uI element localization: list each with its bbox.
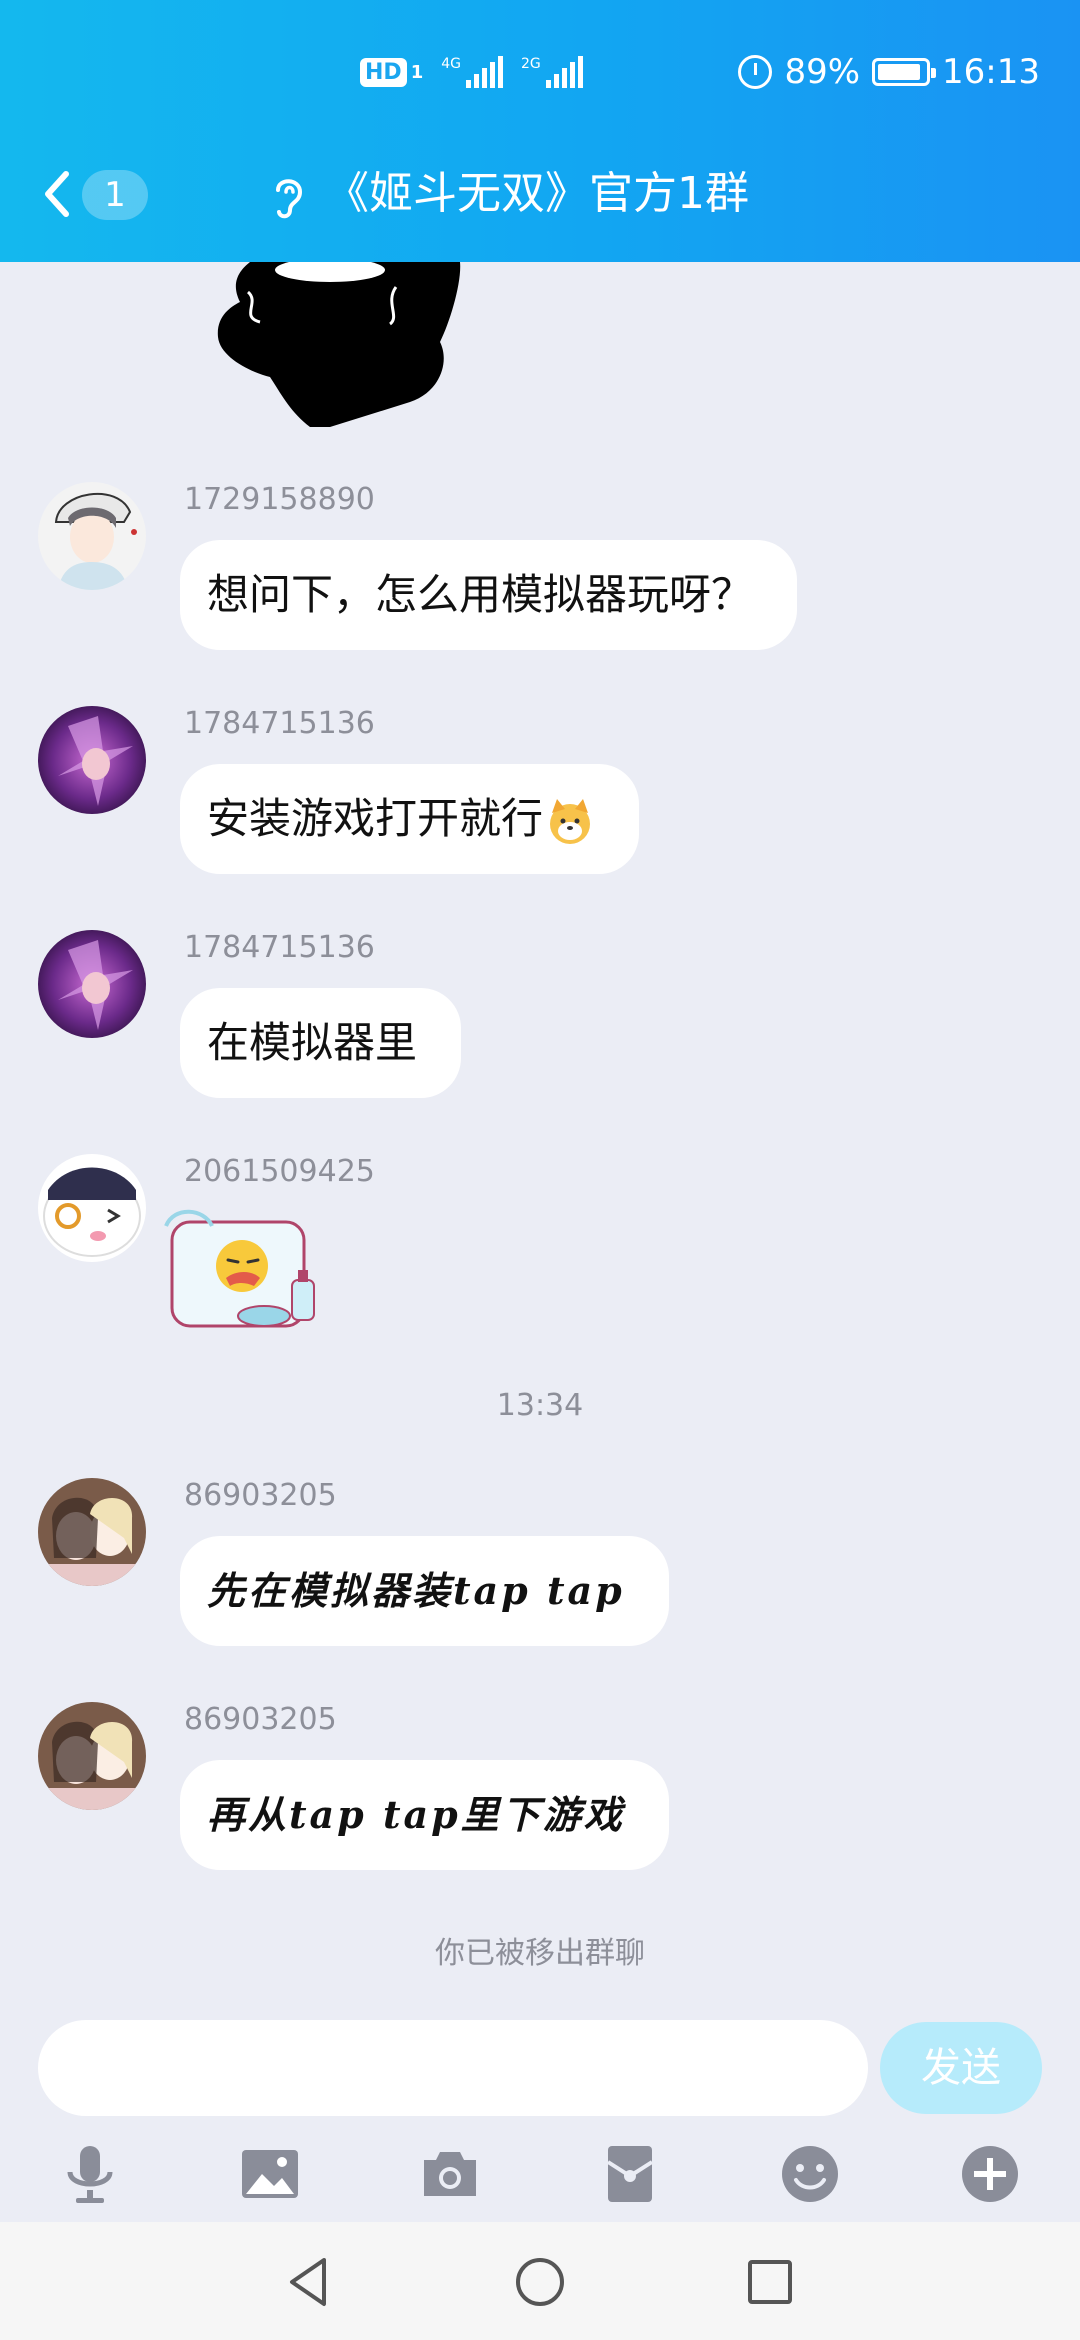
net1-label: 4G bbox=[441, 56, 461, 72]
red-packet-icon[interactable] bbox=[598, 2142, 662, 2206]
sender-id: 2061509425 bbox=[184, 1154, 375, 1189]
message-bubble[interactable]: 在模拟器里 bbox=[180, 988, 462, 1098]
image-icon[interactable] bbox=[238, 2142, 302, 2206]
alarm-icon bbox=[738, 55, 773, 89]
status-right: 89% 16:13 bbox=[738, 52, 1040, 92]
nav-home-icon[interactable] bbox=[510, 2252, 570, 2312]
avatar[interactable] bbox=[38, 1154, 146, 1262]
sim-label: 1 bbox=[410, 61, 424, 83]
clock: 16:13 bbox=[942, 52, 1040, 92]
emoji-icon[interactable] bbox=[778, 2142, 842, 2206]
message-input[interactable] bbox=[38, 2020, 868, 2116]
message-list[interactable]: 1729158890 想问下，怎么用模拟器玩呀？ 1784715136 安装游戏… bbox=[0, 262, 1080, 2002]
send-button[interactable]: 发送 bbox=[880, 2022, 1042, 2114]
avatar[interactable] bbox=[38, 1478, 146, 1586]
sender-id: 86903205 bbox=[184, 1702, 337, 1737]
avatar[interactable] bbox=[38, 930, 146, 1038]
microphone-icon[interactable] bbox=[58, 2142, 122, 2206]
nav-recents-icon[interactable] bbox=[740, 2252, 800, 2312]
unread-count-badge[interactable]: 1 bbox=[82, 170, 148, 220]
message-bubble[interactable]: 先在模拟器装tap tap bbox=[180, 1536, 669, 1646]
sender-id: 86903205 bbox=[184, 1478, 337, 1513]
shiba-emoji-icon bbox=[550, 798, 591, 844]
signal-2g-icon: 2G bbox=[521, 56, 583, 88]
message-text: 安装游戏打开就行 bbox=[207, 794, 544, 843]
status-bar: HD 1 4G 2G 89% 16:13 bbox=[0, 48, 1080, 108]
battery-icon bbox=[872, 58, 937, 86]
input-bar: 发送 bbox=[0, 2002, 1080, 2222]
chat-header: HD 1 4G 2G 89% 16:13 1 《姬斗无双》官方1群 bbox=[0, 0, 1080, 262]
timestamp: 13:34 bbox=[496, 1388, 584, 1423]
hd-badge: HD 1 bbox=[360, 57, 424, 87]
panda-sticker[interactable] bbox=[210, 262, 470, 427]
message-bubble[interactable]: 安装游戏打开就行 bbox=[180, 764, 640, 874]
nav-back-icon[interactable] bbox=[280, 2252, 340, 2312]
nav-row: 1 《姬斗无双》官方1群 bbox=[0, 160, 1080, 230]
sender-id: 1784715136 bbox=[184, 930, 375, 965]
plus-icon[interactable] bbox=[958, 2142, 1022, 2206]
battery-percent: 89% bbox=[784, 52, 861, 92]
sender-id: 1784715136 bbox=[184, 706, 375, 741]
input-toolbar bbox=[0, 2142, 1080, 2212]
message-bubble[interactable]: 想问下，怎么用模拟器玩呀？ bbox=[180, 540, 798, 650]
system-notice: 你已被移出群聊 bbox=[435, 1936, 645, 1971]
net2-label: 2G bbox=[520, 56, 541, 72]
avatar[interactable] bbox=[38, 482, 146, 590]
camera-icon[interactable] bbox=[418, 2142, 482, 2206]
chat-title[interactable]: 《姬斗无双》官方1群 bbox=[325, 164, 749, 224]
sticker-drool-emoji[interactable] bbox=[164, 1206, 324, 1332]
system-navigation-bar bbox=[0, 2222, 1080, 2340]
signal-4g-icon: 4G bbox=[441, 56, 503, 88]
hd-label: HD bbox=[360, 57, 407, 87]
message-bubble[interactable]: 再从tap tap里下游戏 bbox=[180, 1760, 669, 1870]
avatar[interactable] bbox=[38, 706, 146, 814]
sender-id: 1729158890 bbox=[184, 482, 375, 517]
avatar[interactable] bbox=[38, 1702, 146, 1810]
network-indicators: HD 1 4G 2G bbox=[360, 56, 583, 88]
earpiece-mode-icon[interactable] bbox=[268, 172, 308, 222]
